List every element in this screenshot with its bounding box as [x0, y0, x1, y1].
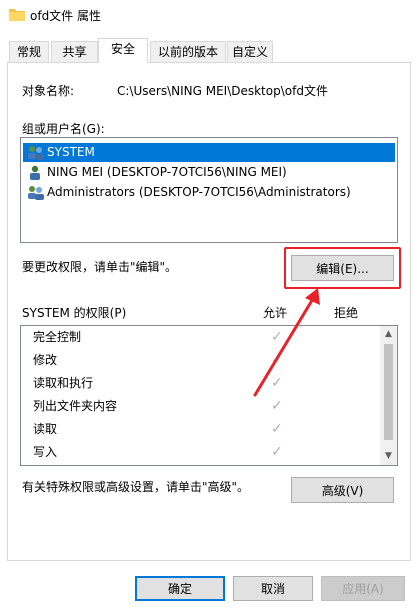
annotation-highlight	[284, 247, 401, 289]
user-name: Administrators (DESKTOP-7OTCI56\Administ…	[47, 185, 351, 199]
ok-button[interactable]: 确定	[135, 576, 225, 601]
allow-check-icon: ✓	[271, 398, 283, 414]
tab-sharing[interactable]: 共享	[51, 41, 98, 63]
scroll-thumb[interactable]	[384, 344, 393, 440]
allow-header: 允许	[263, 306, 288, 320]
permission-name: 读取和执行	[33, 376, 94, 390]
permission-name: 写入	[33, 445, 58, 459]
tab-strip: 常规 共享 安全 以前的版本 自定义	[0, 38, 418, 63]
groups-label: 组或用户名(G):	[22, 122, 105, 136]
group-icon	[28, 186, 44, 200]
list-item[interactable]: NING MEI (DESKTOP-7OTCI56\NING MEI)	[23, 163, 395, 182]
cancel-button[interactable]: 取消	[233, 576, 313, 601]
permission-name: 完全控制	[33, 330, 82, 344]
permissions-list[interactable]: 完全控制 ✓ 修改 ✓ 读取和执行 ✓ 列出文件夹内容 ✓ 读取 ✓ 写入 ✓ …	[20, 325, 398, 466]
folder-icon	[9, 9, 25, 21]
permission-name: 修改	[33, 353, 58, 367]
edit-hint: 要更改权限，请单击"编辑"。	[22, 260, 178, 274]
advanced-button[interactable]: 高级(V)	[291, 477, 394, 503]
user-icon	[30, 165, 40, 180]
users-listbox[interactable]: SYSTEM NING MEI (DESKTOP-7OTCI56\NING ME…	[20, 137, 398, 243]
table-row: 完全控制 ✓	[33, 326, 373, 349]
table-row: 写入 ✓	[33, 441, 373, 464]
advanced-hint: 有关特殊权限或高级设置，请单击"高级"。	[22, 480, 250, 494]
table-row: 修改 ✓	[33, 349, 373, 372]
object-name-value: C:\Users\NING MEI\Desktop\ofd文件	[117, 84, 328, 98]
table-row: 读取 ✓	[33, 418, 373, 441]
tab-customize[interactable]: 自定义	[227, 41, 273, 63]
object-name-label: 对象名称:	[22, 84, 75, 98]
permission-name: 列出文件夹内容	[33, 399, 118, 413]
tab-previous-versions[interactable]: 以前的版本	[150, 41, 226, 63]
list-item[interactable]: Administrators (DESKTOP-7OTCI56\Administ…	[23, 183, 395, 202]
group-icon	[28, 146, 44, 160]
apply-button[interactable]: 应用(A)	[321, 576, 405, 601]
tab-security[interactable]: 安全	[98, 38, 148, 63]
permissions-label: SYSTEM 的权限(P)	[22, 306, 127, 320]
user-name: SYSTEM	[47, 145, 95, 159]
allow-check-icon: ✓	[271, 352, 283, 368]
table-row: 读取和执行 ✓	[33, 372, 373, 395]
table-row: 列出文件夹内容 ✓	[33, 395, 373, 418]
permission-name: 读取	[33, 422, 58, 436]
window-title: ofd文件 属性	[30, 9, 101, 23]
scroll-down-icon[interactable]: ▼	[380, 448, 397, 465]
scrollbar[interactable]: ▲ ▼	[380, 326, 397, 465]
title-bar: ofd文件 属性	[0, 0, 418, 30]
tab-general[interactable]: 常规	[9, 41, 49, 63]
list-item[interactable]: SYSTEM	[23, 143, 395, 162]
deny-header: 拒绝	[334, 306, 359, 320]
allow-check-icon: ✓	[271, 329, 283, 345]
allow-check-icon: ✓	[271, 375, 283, 391]
allow-check-icon: ✓	[271, 444, 283, 460]
scroll-up-icon[interactable]: ▲	[380, 326, 397, 343]
user-name: NING MEI (DESKTOP-7OTCI56\NING MEI)	[47, 165, 287, 179]
allow-check-icon: ✓	[271, 421, 283, 437]
